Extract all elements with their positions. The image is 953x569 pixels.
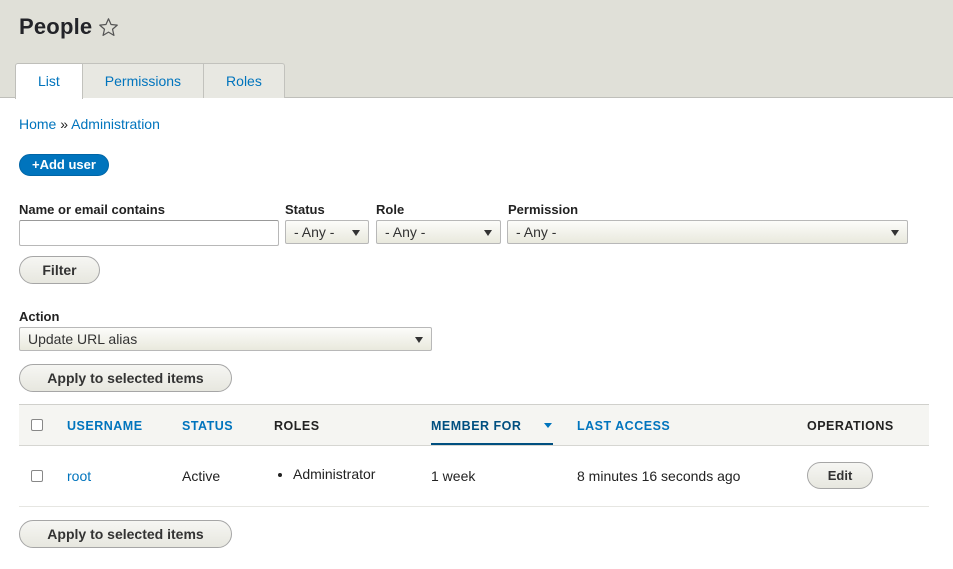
column-roles: ROLES — [274, 419, 320, 433]
column-username[interactable]: USERNAME — [67, 419, 143, 433]
add-user-button[interactable]: +Add user — [19, 154, 109, 176]
apply-selected-button-bottom[interactable]: Apply to selected items — [19, 520, 232, 548]
row-select-checkbox[interactable] — [31, 470, 43, 482]
permission-select-value: - Any - — [516, 224, 557, 240]
member-for-value: 1 week — [431, 468, 476, 484]
role-filter-label: Role — [376, 202, 405, 217]
chevron-down-icon — [415, 337, 423, 343]
permission-filter-label: Permission — [508, 202, 579, 217]
name-filter-label: Name or email contains — [19, 202, 165, 217]
tab-permissions[interactable]: Permissions — [81, 63, 205, 98]
status-select[interactable]: - Any - — [285, 220, 369, 244]
role-select-value: - Any - — [385, 224, 426, 240]
apply-selected-button-top[interactable]: Apply to selected items — [19, 364, 232, 392]
action-label: Action — [19, 309, 60, 324]
edit-button[interactable]: Edit — [807, 462, 873, 489]
column-member-for[interactable]: MEMBER FOR — [431, 419, 521, 433]
breadcrumb-administration[interactable]: Administration — [71, 116, 160, 132]
status-value: Active — [182, 468, 221, 484]
active-sort-indicator — [431, 443, 553, 445]
breadcrumb: Home » Administration — [19, 116, 160, 132]
status-filter-label: Status — [285, 202, 325, 217]
permission-select[interactable]: - Any - — [507, 220, 908, 244]
username-link[interactable]: root — [67, 468, 91, 484]
action-select[interactable]: Update URL alias — [19, 327, 432, 351]
status-select-value: - Any - — [294, 224, 335, 240]
select-all-checkbox[interactable] — [31, 419, 43, 431]
table-header: USERNAME STATUS ROLES MEMBER FOR LAST AC… — [19, 404, 929, 446]
filter-button[interactable]: Filter — [19, 256, 100, 284]
chevron-down-icon — [484, 230, 492, 236]
star-icon[interactable] — [98, 17, 119, 38]
chevron-down-icon — [352, 230, 360, 236]
column-last-access[interactable]: LAST ACCESS — [577, 419, 670, 433]
role-select[interactable]: - Any - — [376, 220, 501, 244]
column-operations: OPERATIONS — [807, 419, 894, 433]
role-item: Administrator — [293, 466, 376, 482]
primary-tabs: List Permissions Roles — [15, 63, 285, 99]
tab-roles[interactable]: Roles — [203, 63, 285, 98]
column-status[interactable]: STATUS — [182, 419, 233, 433]
action-select-value: Update URL alias — [28, 331, 138, 347]
last-access-value: 8 minutes 16 seconds ago — [577, 468, 741, 484]
page-title: People — [19, 14, 93, 39]
name-email-input[interactable] — [19, 220, 279, 246]
sort-descending-icon[interactable] — [544, 423, 552, 428]
list-bullet — [278, 473, 282, 477]
table-row: root Active Administrator 1 week 8 minut… — [19, 446, 929, 507]
chevron-down-icon — [891, 230, 899, 236]
page-header: People List Permissions Roles — [0, 0, 953, 99]
breadcrumb-home[interactable]: Home — [19, 116, 56, 132]
breadcrumb-separator: » — [60, 116, 69, 132]
tab-list[interactable]: List — [15, 63, 83, 99]
